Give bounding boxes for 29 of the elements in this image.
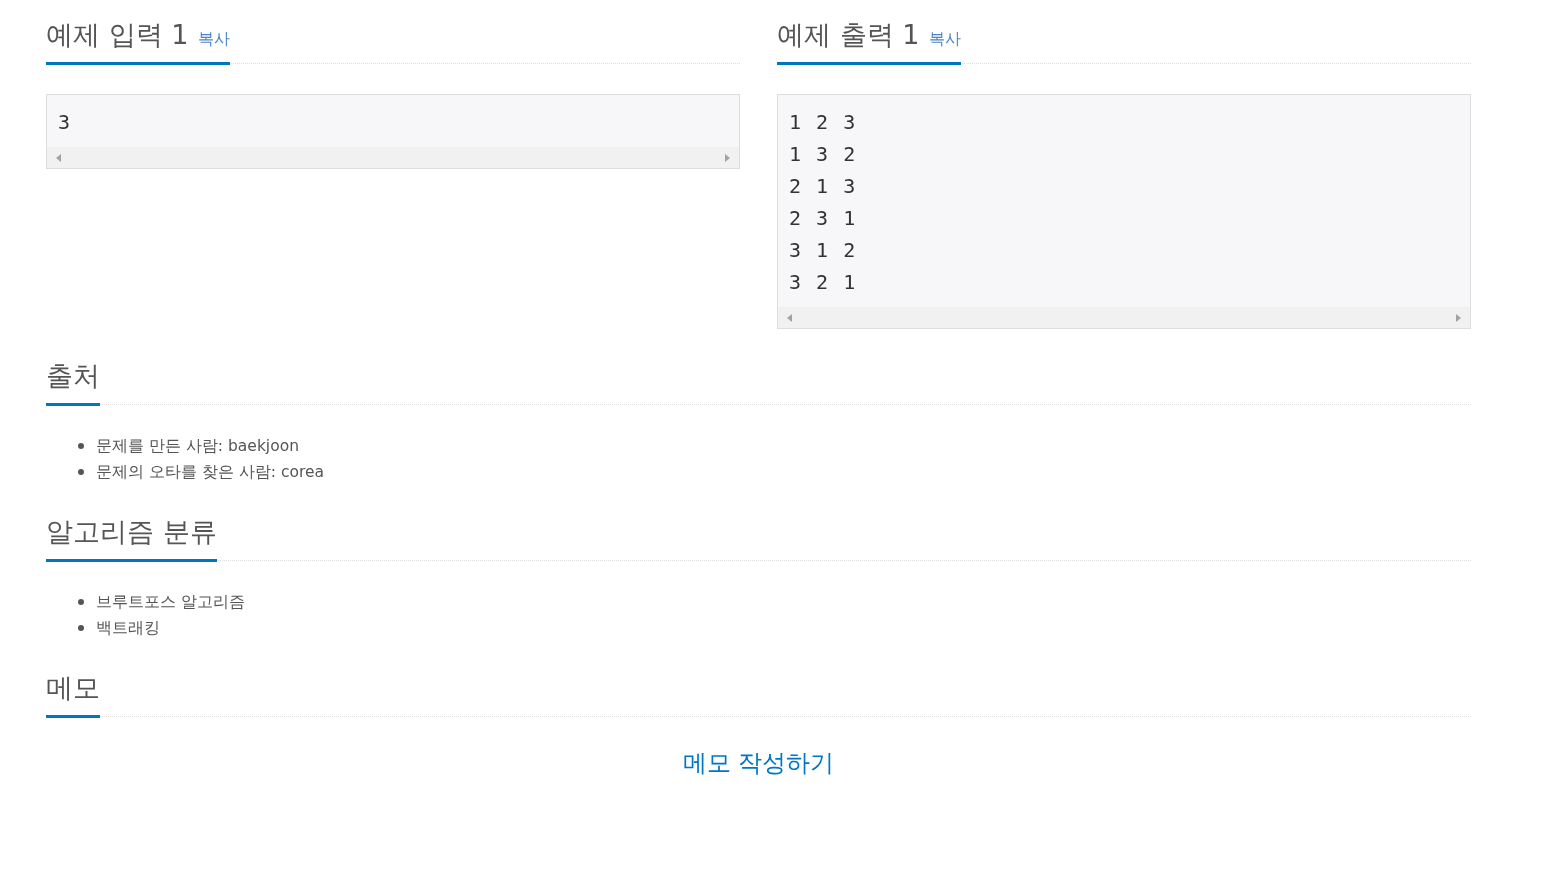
code-line: 2 1 3	[789, 173, 858, 200]
list-item-text: 문제를 만든 사람: baekjoon	[96, 435, 299, 457]
write-memo-link[interactable]: 메모 작성하기	[682, 746, 835, 780]
scroll-right-icon[interactable]	[1456, 313, 1461, 322]
list-item-text: 브루트포스 알고리즘	[96, 591, 245, 613]
bullet-icon	[78, 625, 84, 631]
list-item-text: 문제의 오타를 찾은 사람: corea	[96, 461, 324, 483]
scroll-right-icon[interactable]	[725, 153, 730, 162]
copy-link[interactable]: 복사	[929, 29, 962, 50]
bullet-icon	[78, 599, 84, 605]
bullet-icon	[78, 469, 84, 475]
section-heading: 예제 입력 1	[46, 18, 189, 52]
horizontal-scrollbar[interactable]	[778, 307, 1470, 328]
section-heading: 출처	[46, 359, 100, 393]
code-line: 3	[58, 109, 73, 136]
code-line: 3 2 1	[789, 269, 858, 296]
code-line: 3 1 2	[789, 237, 858, 264]
section-heading: 메모	[46, 671, 100, 705]
scroll-left-icon[interactable]	[56, 153, 61, 162]
scroll-left-icon[interactable]	[787, 313, 792, 322]
list-item-text: 백트래킹	[96, 617, 160, 639]
bullet-icon	[78, 443, 84, 449]
code-line: 1 2 3	[789, 109, 858, 136]
section-heading: 예제 출력 1	[777, 18, 920, 52]
code-line: 1 3 2	[789, 141, 858, 168]
code-line: 2 3 1	[789, 205, 858, 232]
horizontal-scrollbar[interactable]	[47, 147, 739, 168]
copy-link[interactable]: 복사	[198, 29, 231, 50]
section-heading: 알고리즘 분류	[46, 515, 217, 549]
